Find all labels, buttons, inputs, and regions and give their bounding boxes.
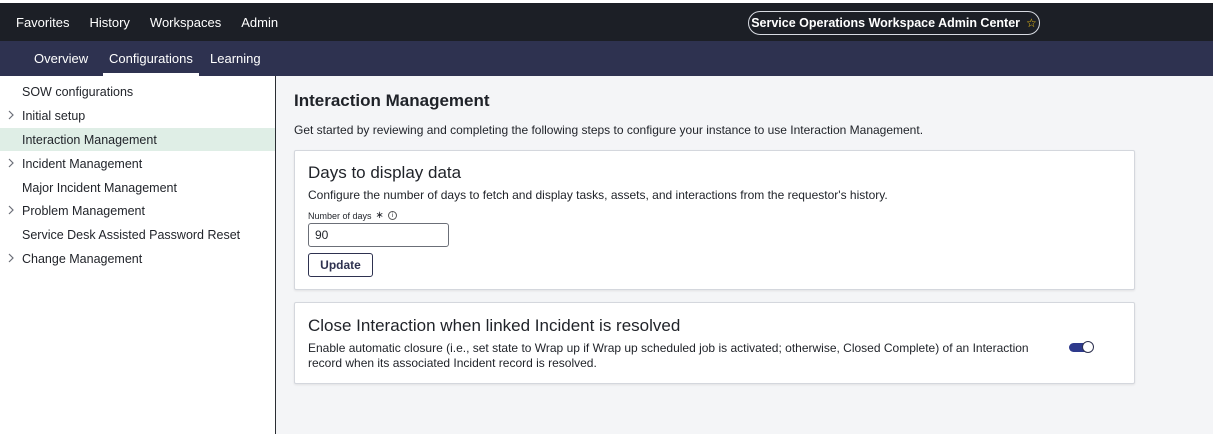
- chevron-right-icon[interactable]: [5, 204, 17, 216]
- nav-favorites[interactable]: Favorites: [16, 15, 69, 30]
- card-description-line-1: Enable automatic closure (i.e., set stat…: [308, 341, 1029, 355]
- sidebar-item-change-management[interactable]: Change Management: [0, 247, 275, 270]
- update-button[interactable]: Update: [308, 253, 373, 277]
- sidebar-item-label: SOW configurations: [22, 84, 134, 99]
- days-to-display-card: Days to display data Configure the numbe…: [294, 150, 1135, 290]
- chevron-right-icon[interactable]: [5, 157, 17, 169]
- sub-navigation-bar: Overview Configurations Learning: [0, 41, 1213, 76]
- sidebar-item-label: Problem Management: [22, 203, 145, 218]
- app-title: Service Operations Workspace Admin Cente…: [751, 16, 1021, 30]
- sidebar-item-service-desk-assisted-password-reset[interactable]: Service Desk Assisted Password Reset: [0, 223, 275, 246]
- sidebar-item-label: Initial setup: [22, 108, 86, 123]
- number-of-days-label: Number of days ∗ i: [308, 210, 397, 221]
- card-description: Configure the number of days to fetch an…: [308, 188, 888, 202]
- sidebar-item-label: Incident Management: [22, 156, 143, 171]
- field-label-text: Number of days: [308, 210, 372, 221]
- chevron-right-icon[interactable]: [5, 252, 17, 264]
- top-navigation-bar: Favorites History Workspaces Admin Servi…: [0, 3, 1213, 41]
- tab-learning[interactable]: Learning: [210, 41, 261, 76]
- info-icon[interactable]: i: [387, 211, 397, 220]
- tab-configurations[interactable]: Configurations: [103, 41, 199, 76]
- main-content: Interaction Management Get started by re…: [276, 76, 1213, 434]
- sidebar: SOW configurations Initial setup Interac…: [0, 76, 276, 434]
- sidebar-item-incident-management[interactable]: Incident Management: [0, 152, 275, 175]
- tab-overview[interactable]: Overview: [34, 41, 88, 76]
- sidebar-item-label: Service Desk Assisted Password Reset: [22, 227, 241, 242]
- page-title: Interaction Management: [294, 91, 490, 110]
- card-title: Close Interaction when linked Incident i…: [308, 316, 681, 335]
- star-icon[interactable]: ☆: [1026, 16, 1037, 30]
- sidebar-item-initial-setup[interactable]: Initial setup: [0, 104, 275, 127]
- card-title: Days to display data: [308, 163, 462, 182]
- sidebar-item-label: Major Incident Management: [22, 180, 177, 195]
- sidebar-item-sow-configurations[interactable]: SOW configurations: [0, 80, 275, 103]
- auto-close-toggle[interactable]: [1069, 341, 1094, 354]
- nav-history[interactable]: History: [89, 15, 129, 30]
- nav-workspaces[interactable]: Workspaces: [150, 15, 221, 30]
- sidebar-item-major-incident-management[interactable]: Major Incident Management: [0, 176, 275, 199]
- sidebar-item-problem-management[interactable]: Problem Management: [0, 199, 275, 222]
- page-description: Get started by reviewing and completing …: [294, 123, 924, 137]
- sidebar-item-label: Change Management: [22, 251, 143, 266]
- close-interaction-card: Close Interaction when linked Incident i…: [294, 302, 1135, 384]
- number-of-days-input[interactable]: [308, 223, 449, 247]
- app-title-pill[interactable]: Service Operations Workspace Admin Cente…: [748, 11, 1040, 35]
- card-description-line-2: record when its associated Incident reco…: [308, 356, 597, 370]
- sidebar-item-label: Interaction Management: [22, 132, 157, 147]
- sidebar-item-interaction-management[interactable]: Interaction Management: [0, 128, 275, 151]
- nav-admin[interactable]: Admin: [241, 15, 278, 30]
- toggle-knob: [1082, 341, 1094, 353]
- chevron-right-icon[interactable]: [5, 109, 17, 121]
- required-icon: ∗: [375, 210, 384, 221]
